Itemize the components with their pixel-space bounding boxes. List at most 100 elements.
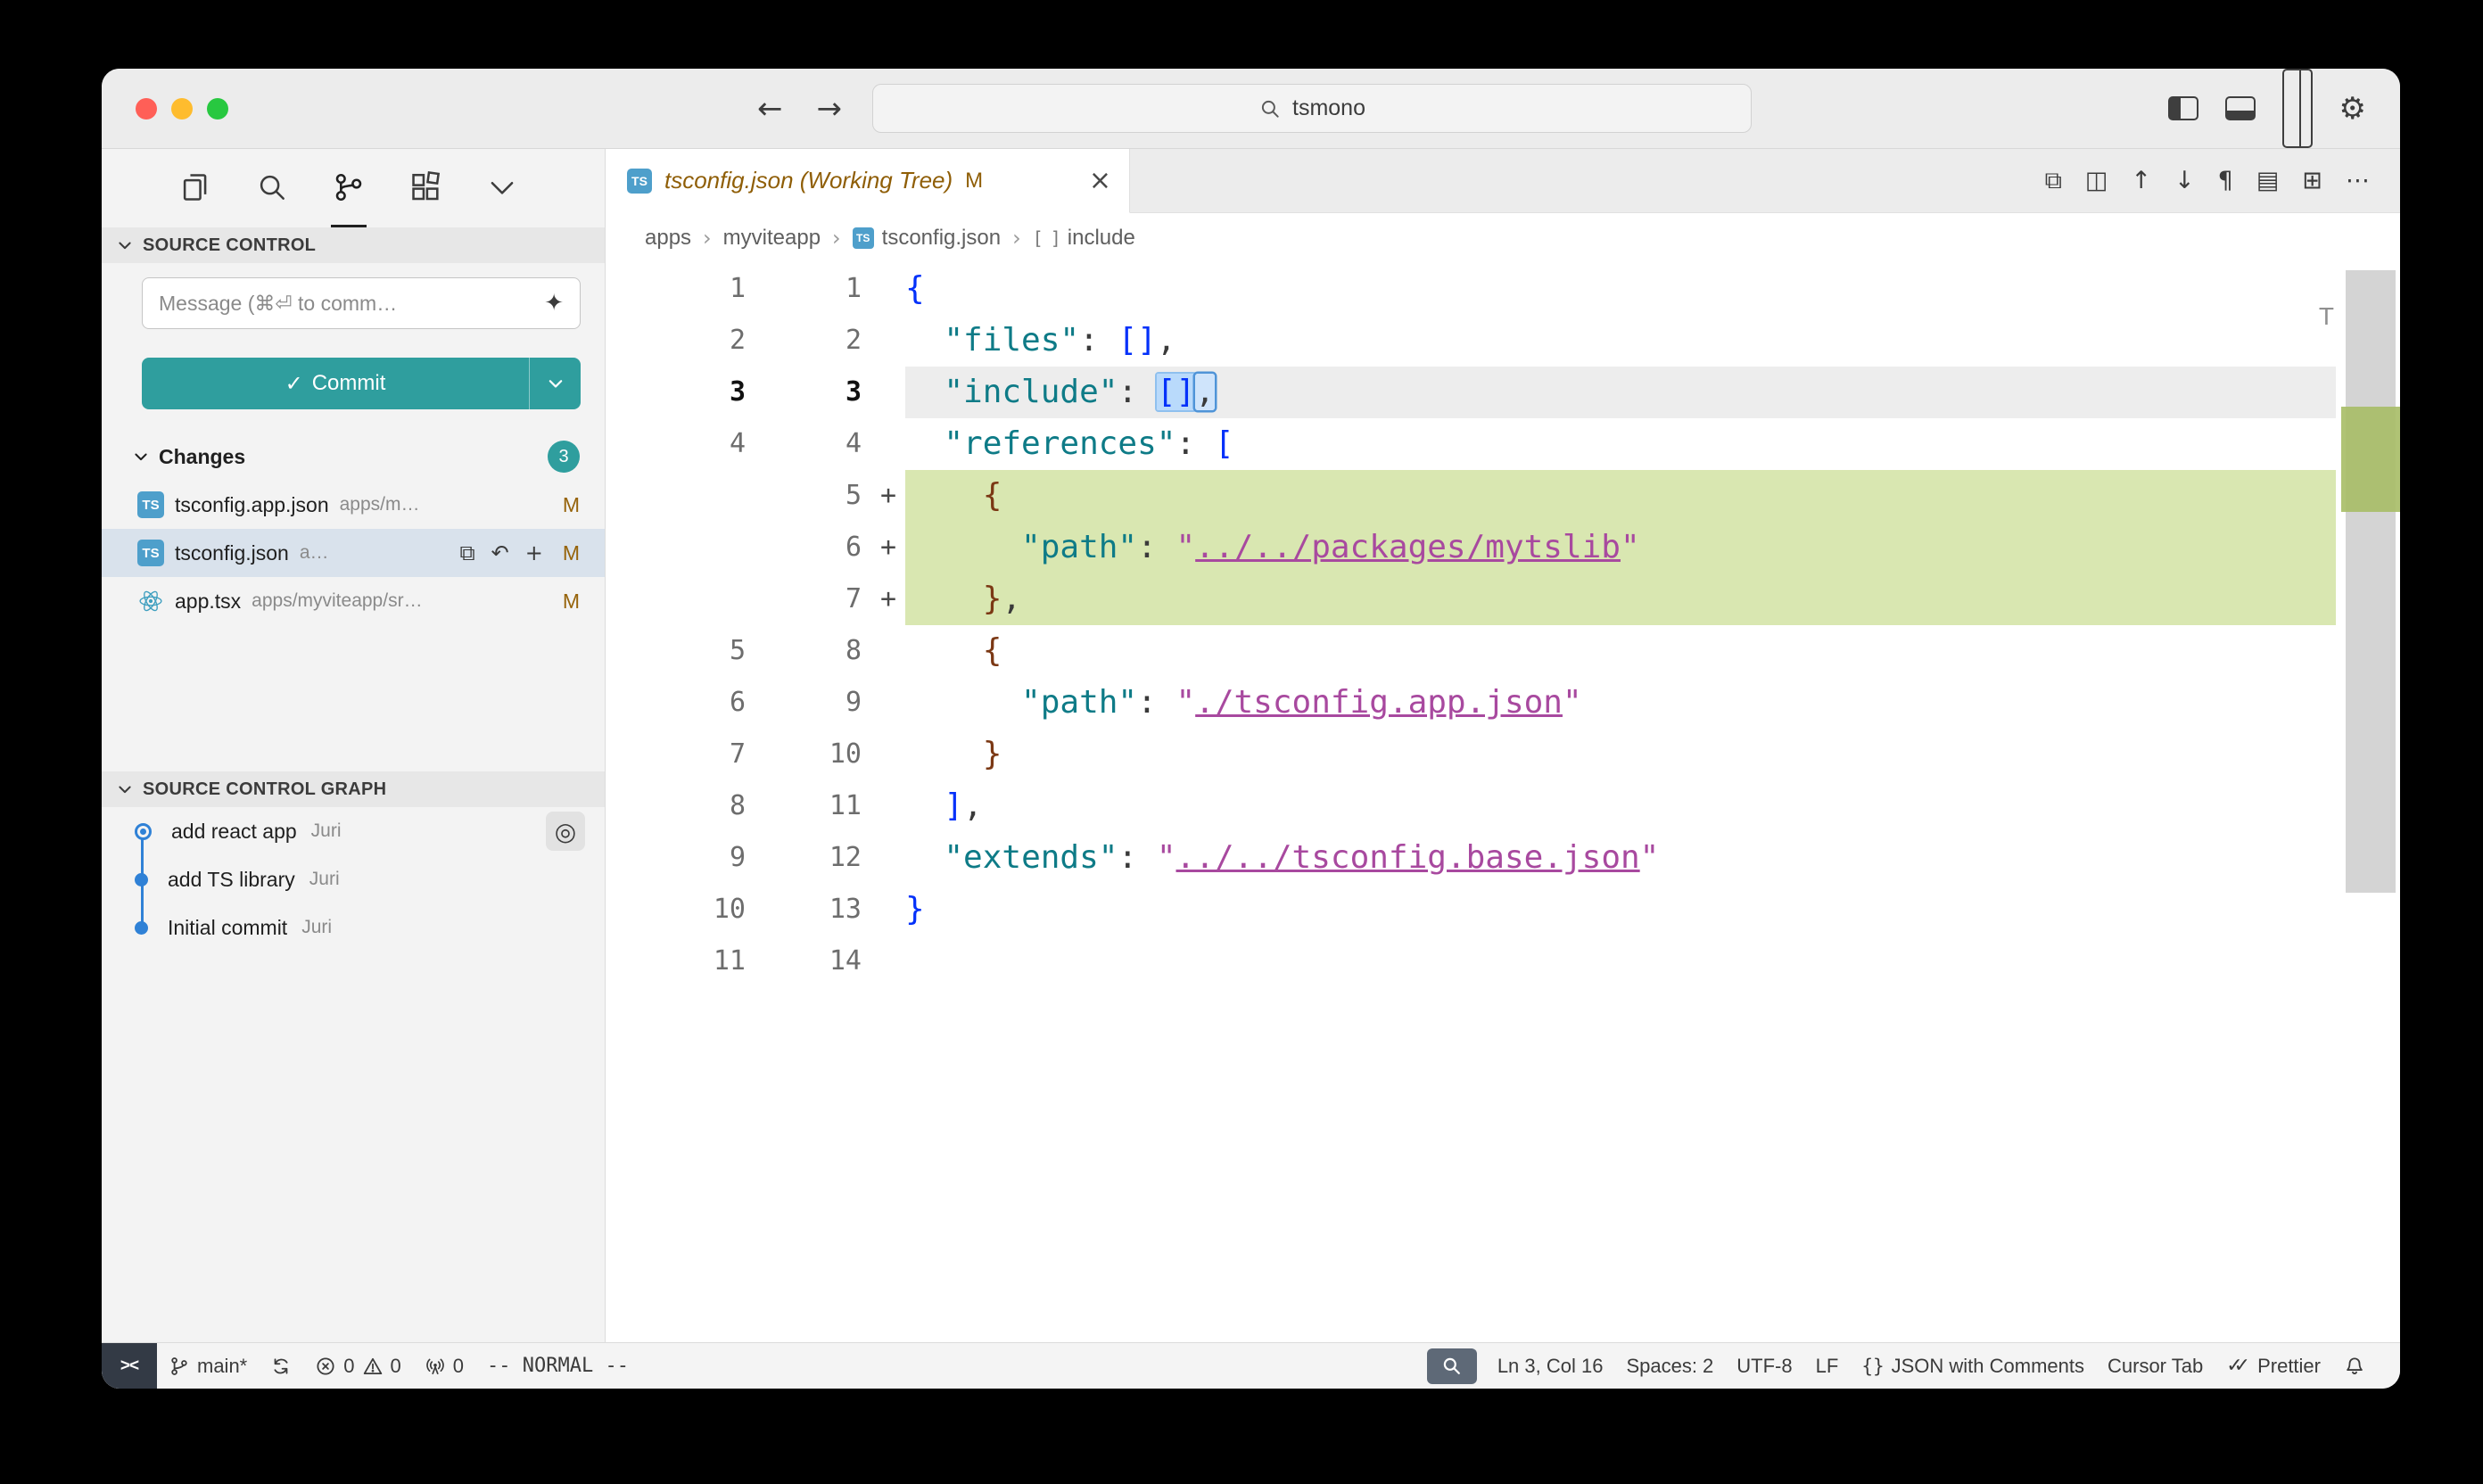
code-line[interactable]: 58 {	[606, 625, 2400, 677]
code-line[interactable]: 44 "references": [	[606, 418, 2400, 470]
code-line[interactable]: 710 }	[606, 729, 2400, 780]
gutter-original-line-number[interactable]: 7	[606, 729, 757, 780]
gutter-modified-line-number[interactable]: 8	[757, 625, 873, 677]
gutter-modified-line-number[interactable]: 7+	[757, 573, 873, 625]
gutter-modified-line-number[interactable]: 3	[757, 367, 873, 418]
breadcrumb-item[interactable]: [ ]include	[1033, 226, 1135, 251]
sparkle-ai-icon[interactable]: ✦	[544, 290, 564, 317]
code-line[interactable]: 5+ {	[606, 470, 2400, 522]
stage-changes-icon[interactable]: +	[525, 540, 543, 565]
toggle-whitespace-icon[interactable]: ¶	[2218, 167, 2233, 194]
scrollbar-thumb[interactable]	[2346, 270, 2396, 893]
gutter-original-line-number[interactable]: 4	[606, 418, 757, 470]
breadcrumb-item[interactable]: TStsconfig.json	[853, 226, 1001, 251]
code-line-text[interactable]: ],	[905, 780, 2336, 832]
encoding-status[interactable]: UTF-8	[1725, 1343, 1803, 1389]
diff-added-line-text[interactable]: {	[905, 470, 2336, 522]
gutter-original-line-number[interactable]: 10	[606, 884, 757, 936]
gutter-original-line-number[interactable]: 11	[606, 936, 757, 987]
zoom-indicator[interactable]	[1427, 1348, 1477, 1384]
formatter-status[interactable]: ✓✓ Prettier	[2215, 1343, 2332, 1389]
diff-added-line-text[interactable]: },	[905, 573, 2336, 625]
problems-status[interactable]: 0 0	[303, 1343, 413, 1389]
branch-status[interactable]: main*	[157, 1343, 259, 1389]
toggle-panel-icon[interactable]	[2225, 96, 2256, 120]
code-line[interactable]: 33 "include": [],	[606, 367, 2400, 418]
changes-header[interactable]: Changes 3	[102, 433, 605, 481]
code-line[interactable]: 7+ },	[606, 573, 2400, 625]
code-line[interactable]: 811 ],	[606, 780, 2400, 832]
explorer-icon[interactable]	[177, 149, 213, 227]
code-line-text[interactable]: "files": [],	[905, 315, 2336, 367]
code-line[interactable]: 1013}	[606, 884, 2400, 936]
gutter-modified-line-number[interactable]: 11	[757, 780, 873, 832]
toggle-secondary-sidebar-icon[interactable]	[2282, 69, 2313, 148]
gutter-original-line-number[interactable]: 6	[606, 677, 757, 729]
search-icon[interactable]	[254, 149, 290, 227]
toggle-sidebar-icon[interactable]	[2168, 96, 2198, 120]
minimize-window-button[interactable]	[171, 98, 193, 120]
breadcrumb-item[interactable]: apps	[645, 226, 691, 251]
diff-added-line-text[interactable]: "path": "../../packages/mytslib"	[905, 522, 2336, 573]
ports-status[interactable]: 0	[413, 1343, 475, 1389]
goto-ref-icon[interactable]: ◎	[546, 812, 585, 851]
code-line-text[interactable]: }	[905, 729, 2336, 780]
close-tab-icon[interactable]: ×	[1089, 165, 1111, 196]
cursor-tab-status[interactable]: Cursor Tab	[2096, 1343, 2215, 1389]
previous-change-icon[interactable]: ↑	[2131, 167, 2151, 194]
cursor-position-status[interactable]: Ln 3, Col 16	[1486, 1343, 1615, 1389]
gutter-original-line-number[interactable]	[606, 522, 757, 573]
tab-tsconfig-json[interactable]: TS tsconfig.json (Working Tree) M ×	[606, 149, 1130, 213]
commit-row[interactable]: Initial commitJuri	[102, 903, 605, 952]
code-line[interactable]: 1114	[606, 936, 2400, 987]
gutter-original-line-number[interactable]: 8	[606, 780, 757, 832]
notifications-button[interactable]	[2332, 1343, 2377, 1389]
gutter-modified-line-number[interactable]: 1	[757, 263, 873, 315]
language-mode-status[interactable]: {} JSON with Comments	[1850, 1343, 2096, 1389]
graph-header[interactable]: SOURCE CONTROL GRAPH	[102, 771, 605, 807]
gutter-original-line-number[interactable]: 9	[606, 832, 757, 884]
source-control-icon[interactable]	[331, 149, 367, 227]
code-line-text[interactable]: "extends": "../../tsconfig.base.json"	[905, 832, 2336, 884]
remote-indicator[interactable]: ><	[102, 1343, 157, 1389]
close-window-button[interactable]	[136, 98, 157, 120]
open-changes-icon[interactable]: ⧉	[2045, 167, 2062, 195]
gutter-original-line-number[interactable]: 5	[606, 625, 757, 677]
gutter-modified-line-number[interactable]: 5+	[757, 470, 873, 522]
gutter-modified-line-number[interactable]: 14	[757, 936, 873, 987]
code-line[interactable]: 6+ "path": "../../packages/mytslib"	[606, 522, 2400, 573]
code-line-text[interactable]: "references": [	[905, 418, 2336, 470]
code-line-text[interactable]: "path": "./tsconfig.app.json"	[905, 677, 2336, 729]
gutter-original-line-number[interactable]: 2	[606, 315, 757, 367]
inline-view-icon[interactable]: ◫	[2085, 167, 2108, 194]
code-line[interactable]: 11{	[606, 263, 2400, 315]
indentation-status[interactable]: Spaces: 2	[1614, 1343, 1725, 1389]
code-line-text[interactable]: {	[905, 625, 2336, 677]
chevron-down-icon[interactable]	[484, 149, 520, 227]
gutter-modified-line-number[interactable]: 10	[757, 729, 873, 780]
vim-mode-indicator[interactable]: -- NORMAL --	[475, 1343, 640, 1389]
split-editor-icon[interactable]: ⊞	[2302, 167, 2322, 194]
commit-button-main[interactable]: ✓ Commit	[142, 358, 529, 409]
breadcrumb-item[interactable]: myviteapp	[723, 226, 821, 251]
extensions-icon[interactable]	[408, 149, 443, 227]
gutter-original-line-number[interactable]: 3	[606, 367, 757, 418]
commit-button[interactable]: ✓ Commit	[142, 358, 581, 409]
next-change-icon[interactable]: ↓	[2174, 167, 2195, 194]
forward-icon[interactable]: →	[817, 91, 843, 127]
commit-row[interactable]: add TS libraryJuri	[102, 855, 605, 903]
gutter-modified-line-number[interactable]: 13	[757, 884, 873, 936]
sync-changes-button[interactable]	[259, 1343, 303, 1389]
gutter-modified-line-number[interactable]: 9	[757, 677, 873, 729]
file-row[interactable]: TStsconfig.jsona…⧉↶+M	[102, 529, 605, 577]
maximize-window-button[interactable]	[207, 98, 228, 120]
eol-status[interactable]: LF	[1804, 1343, 1851, 1389]
code-line[interactable]: 22 "files": [],	[606, 315, 2400, 367]
file-row[interactable]: TStsconfig.app.jsonapps/m…M	[102, 481, 605, 529]
commit-dropdown-button[interactable]	[529, 358, 581, 409]
commit-message-input[interactable]	[159, 292, 535, 316]
gutter-original-line-number[interactable]	[606, 573, 757, 625]
discard-changes-icon[interactable]: ↶	[491, 540, 509, 565]
gutter-modified-line-number[interactable]: 6+	[757, 522, 873, 573]
code-line[interactable]: 69 "path": "./tsconfig.app.json"	[606, 677, 2400, 729]
